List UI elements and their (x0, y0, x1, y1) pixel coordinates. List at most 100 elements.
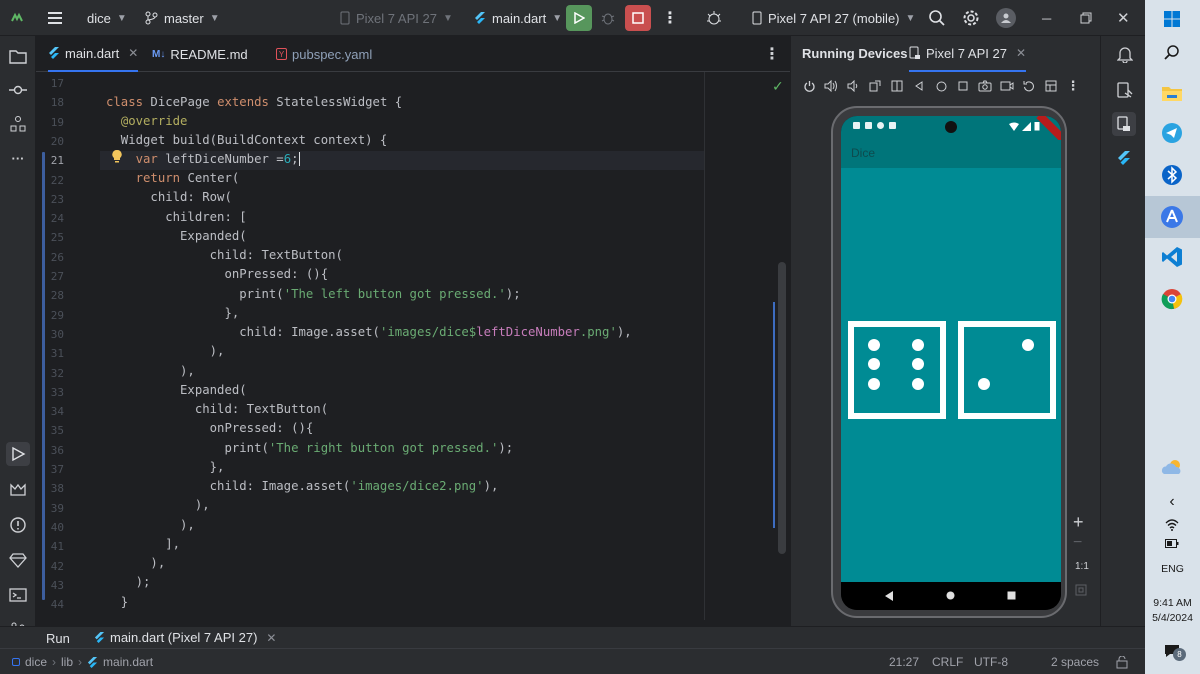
device-config-selector[interactable]: Pixel 7 API 27 ▼ (340, 0, 453, 36)
rotate-left-icon[interactable] (867, 78, 883, 94)
android-studio-icon[interactable] (1159, 204, 1185, 230)
device-more-icon[interactable]: ⋮ (1065, 78, 1081, 94)
device-manager-icon[interactable] (705, 0, 723, 36)
structure-icon[interactable] (6, 112, 30, 136)
terminal-icon[interactable] (6, 583, 30, 607)
line-number: 19 (50, 115, 64, 129)
breadcrumb-item[interactable]: lib (61, 655, 73, 669)
line-gutter: 17 18 19 20 21 22 23 24 25 26 27 28 29 30 31 32 33 34 35 36… (36, 72, 100, 620)
commit-icon[interactable] (6, 78, 30, 102)
fold-icon[interactable] (889, 78, 905, 94)
record-icon[interactable] (999, 78, 1015, 94)
close-tab-icon[interactable]: ✕ (1016, 46, 1026, 60)
nav-back-icon[interactable] (885, 591, 894, 601)
editor-scrollbar[interactable] (778, 262, 786, 554)
close-window-button[interactable]: ✕ (1117, 0, 1130, 36)
main-menu-icon[interactable] (47, 0, 63, 36)
problems-icon[interactable] (6, 513, 30, 537)
close-tab-icon[interactable]: ✕ (266, 631, 276, 645)
clock-time[interactable]: 9:41 AM (1145, 597, 1200, 609)
run-tool-icon[interactable] (6, 442, 30, 466)
telegram-icon[interactable] (1159, 120, 1185, 146)
line-number: 21 (50, 154, 64, 168)
tab-pubspec[interactable]: Y pubspec.yaml (276, 36, 372, 72)
run-tab-label[interactable]: Run (46, 631, 70, 646)
code-line: child: Row( (106, 190, 232, 204)
flutter-inspector-icon[interactable] (6, 478, 30, 502)
home-icon[interactable] (933, 78, 949, 94)
project-folder-icon[interactable] (6, 44, 30, 68)
tabs-more-icon[interactable]: ⋮ (764, 36, 780, 72)
zoom-actual-size-label[interactable]: 1:1 (1075, 561, 1089, 572)
volume-down-icon[interactable] (845, 78, 861, 94)
nav-overview-icon[interactable] (1007, 591, 1016, 600)
language-indicator[interactable]: ENG (1145, 563, 1200, 575)
branch-selector[interactable]: master ▼ (145, 0, 220, 36)
chevron-down-icon: ▼ (116, 12, 127, 24)
settings-gear-icon[interactable] (962, 0, 980, 36)
bluetooth-icon[interactable] (1159, 162, 1185, 188)
running-devices-side-icon[interactable] (1112, 112, 1136, 136)
screenshot-icon[interactable] (977, 78, 993, 94)
code-editor[interactable]: 17 18 19 20 21 22 23 24 25 26 27 28 29 30 31 32 33 34 35 36… (36, 72, 790, 620)
indent-setting[interactable]: 2 spaces (1051, 649, 1099, 674)
left-dice-button[interactable] (848, 321, 946, 419)
vscode-icon[interactable] (1159, 244, 1185, 270)
back-icon[interactable] (911, 78, 927, 94)
user-avatar[interactable] (996, 0, 1016, 36)
stop-icon (632, 12, 644, 24)
layout-icon[interactable] (1043, 78, 1059, 94)
run-button[interactable] (566, 5, 592, 31)
more-actions-icon[interactable]: ⋮ (662, 0, 678, 36)
project-selector[interactable]: dice ▼ (87, 0, 127, 36)
device-manager-side-icon[interactable] (1117, 82, 1133, 100)
no-problems-check-icon[interactable]: ✓ (772, 78, 784, 95)
minimize-button[interactable]: ─ (1042, 0, 1051, 36)
battery-icon[interactable] (1159, 530, 1185, 556)
weather-cloud-icon[interactable] (1159, 454, 1185, 480)
tab-device[interactable]: Pixel 7 API 27 ✕ (909, 36, 1027, 72)
zoom-fit-icon[interactable] (1075, 584, 1087, 596)
flutter-outline-icon[interactable] (1117, 150, 1131, 166)
volume-up-icon[interactable] (823, 78, 839, 94)
restore-button[interactable] (1080, 0, 1092, 36)
zoom-out-button[interactable]: − (1073, 534, 1082, 552)
more-tools-icon[interactable]: ··· (6, 146, 30, 170)
line-ending[interactable]: CRLF (932, 649, 963, 674)
dice-pip (978, 378, 990, 390)
breadcrumb-item[interactable]: main.dart (103, 655, 153, 669)
search-icon[interactable] (928, 0, 946, 36)
lock-icon[interactable] (1116, 649, 1128, 674)
file-encoding[interactable]: UTF-8 (974, 649, 1008, 674)
right-dice-button[interactable] (958, 321, 1056, 419)
run-config-name: main.dart (492, 10, 547, 26)
emulator-screen[interactable]: Dice (841, 116, 1061, 610)
breadcrumb-item[interactable]: dice (25, 655, 47, 669)
tab-readme[interactable]: M↓ README.md (152, 36, 248, 72)
run-config-tab[interactable]: main.dart (Pixel 7 API 27) ✕ (94, 630, 276, 645)
close-tab-icon[interactable]: ✕ (128, 46, 138, 60)
nav-home-icon[interactable] (946, 591, 955, 600)
notifications-bell-icon[interactable] (1117, 45, 1133, 63)
code-line: child: TextButton( (106, 402, 329, 416)
tab-main-dart[interactable]: main.dart ✕ (48, 36, 139, 72)
services-diamond-icon[interactable] (6, 548, 30, 572)
reset-icon[interactable] (1021, 78, 1037, 94)
clock-date[interactable]: 5/4/2024 (1145, 612, 1200, 624)
zoom-in-button[interactable]: + (1073, 512, 1084, 533)
power-icon[interactable] (801, 78, 817, 94)
debug-icon[interactable] (600, 0, 616, 36)
dice-pip (868, 358, 880, 370)
stop-button[interactable] (625, 5, 651, 31)
search-icon[interactable] (1159, 40, 1185, 66)
windows-start-icon[interactable] (1159, 6, 1185, 32)
flutter-icon (94, 632, 105, 643)
dice-pip (868, 339, 880, 351)
overview-icon[interactable] (955, 78, 971, 94)
chrome-icon[interactable] (1159, 286, 1185, 312)
notification-center-icon[interactable]: 8 (1159, 638, 1186, 664)
caret-position[interactable]: 21:27 (889, 649, 919, 674)
file-explorer-icon[interactable] (1159, 80, 1185, 106)
device-selector[interactable]: Pixel 7 API 27 (mobile) ▼ (752, 0, 915, 36)
run-config-selector[interactable]: main.dart ▼ (474, 0, 562, 36)
